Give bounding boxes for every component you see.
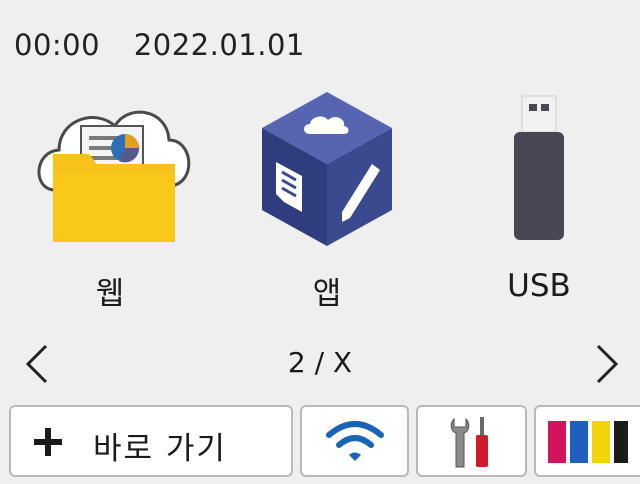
wifi-icon <box>326 421 384 461</box>
wifi-button[interactable] <box>300 405 409 477</box>
tile-usb[interactable]: USB <box>444 90 634 320</box>
usb-drive-icon <box>514 95 564 240</box>
tile-usb-label: USB <box>507 268 571 304</box>
tile-web[interactable]: 웹 <box>15 90 205 320</box>
tile-app[interactable]: 앱 <box>232 90 422 320</box>
clock-date: 2022.01.01 <box>133 28 305 62</box>
bottom-toolbar: 바로 가기 <box>0 405 640 484</box>
plus-icon <box>34 428 62 456</box>
tile-app-label: 앱 <box>312 276 342 312</box>
settings-button[interactable] <box>416 405 527 477</box>
status-bar: 00:00 2022.01.01 <box>14 28 329 62</box>
apps-cube-icon <box>262 92 392 246</box>
home-screen: 00:00 2022.01.01 웹 앱 USB 2 / X 바로 가기 <box>0 0 640 484</box>
tile-web-label: 웹 <box>95 276 125 312</box>
toner-ink-icon <box>548 421 628 463</box>
web-folder-cloud-icon <box>37 110 191 242</box>
toner-button[interactable] <box>534 405 640 477</box>
shortcut-button[interactable]: 바로 가기 <box>9 405 293 477</box>
clock-time: 00:00 <box>14 28 101 62</box>
page-indicator: 2 / X <box>287 346 353 379</box>
pager: 2 / X <box>0 336 640 390</box>
chevron-right-icon[interactable] <box>586 342 626 386</box>
shortcut-label: 바로 가기 <box>93 431 227 467</box>
settings-tools-icon <box>450 417 488 468</box>
